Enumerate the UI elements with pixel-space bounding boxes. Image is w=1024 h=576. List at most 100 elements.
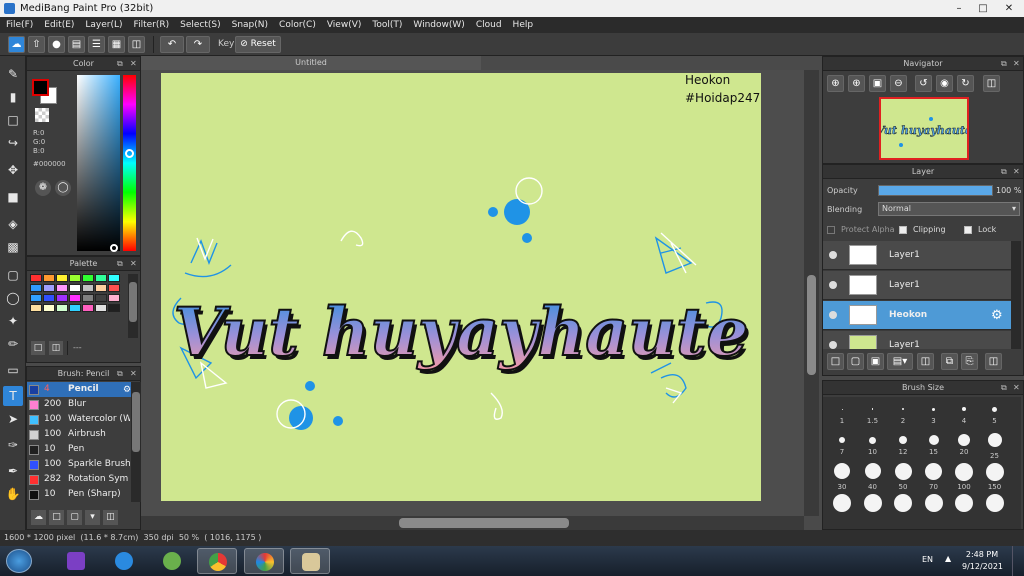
transparent-swatch[interactable] [35, 108, 49, 122]
brush-size-cell[interactable]: 150 [980, 461, 1010, 491]
menu-view[interactable]: View(V) [327, 20, 362, 30]
palette-swatch[interactable] [82, 274, 94, 282]
menu-layer[interactable]: Layer(L) [85, 20, 122, 30]
brush-scrollbar[interactable] [131, 382, 141, 502]
language-indicator[interactable]: EN [922, 555, 933, 564]
brush-item[interactable]: 200 Blur [27, 397, 131, 412]
new-color-layer-icon[interactable]: ▢ [847, 353, 864, 370]
hue-slider-handle[interactable] [125, 149, 134, 158]
select-lasso-icon[interactable]: ◯ [3, 288, 23, 308]
message-icon[interactable]: ▤ [68, 36, 85, 53]
navigator-preview[interactable]: Vut huyayhaute [876, 97, 972, 160]
palette-swatch[interactable] [82, 284, 94, 292]
palette-scroll-thumb[interactable] [129, 282, 137, 322]
palette-swatch[interactable] [30, 274, 42, 282]
lock-checkbox[interactable] [964, 226, 972, 234]
brush-dropdown-icon[interactable]: ▾ [85, 510, 100, 525]
grid-icon[interactable]: ▦ [108, 36, 125, 53]
palette-swatch[interactable] [82, 304, 94, 312]
zoom-out-icon[interactable]: ⊖ [890, 75, 907, 92]
rotate-right-icon[interactable]: ↻ [957, 75, 974, 92]
brush-item[interactable]: 10 Pen (Sharp) [27, 487, 131, 502]
palette-swatch[interactable] [43, 284, 55, 292]
canvas-horizontal-scrollbar[interactable] [141, 516, 804, 530]
brush-size-cell[interactable] [858, 492, 888, 521]
close-panel-icon[interactable]: ✕ [1013, 165, 1020, 179]
popout-icon[interactable]: ⧉ [117, 257, 123, 271]
palette-swatch[interactable] [108, 284, 120, 292]
close-panel-icon[interactable]: ✕ [130, 257, 137, 271]
palette-swatch[interactable] [43, 274, 55, 282]
brush-size-cell[interactable] [980, 492, 1010, 521]
taskbar-coccoc[interactable] [152, 548, 192, 574]
brush-size-cell[interactable]: 70 [919, 461, 949, 491]
clipping-checkbox[interactable] [899, 226, 907, 234]
brush-size-cell[interactable] [949, 492, 979, 521]
brush-item[interactable]: 100 Sparkle Brush [27, 457, 131, 472]
select-eraser-icon[interactable]: ▭ [3, 360, 23, 380]
brush-item[interactable]: 282 Rotation Sym [27, 472, 131, 487]
palette-swatch[interactable] [108, 294, 120, 302]
taskbar-ie[interactable] [104, 548, 144, 574]
drawing-canvas[interactable]: Vut huyayhaute Vut huyayhaute Heokon #Ho… [161, 73, 761, 501]
layer-row[interactable]: Layer1 [823, 331, 1021, 349]
document-icon[interactable]: ☰ [88, 36, 105, 53]
palette-swatch[interactable] [95, 274, 107, 282]
menu-select[interactable]: Select(S) [180, 20, 221, 30]
new-halftone-layer-icon[interactable]: ▣ [867, 353, 884, 370]
hue-slider[interactable] [123, 75, 136, 251]
undo-icon[interactable]: ↶ [160, 36, 184, 53]
brush-size-cell[interactable]: 100 [949, 461, 979, 491]
comment-icon[interactable]: ● [48, 36, 65, 53]
brush-size-cell[interactable]: 2 [888, 399, 918, 428]
horizontal-scroll-thumb[interactable] [399, 518, 569, 528]
palette-swatch[interactable] [56, 294, 68, 302]
hand-tool-icon[interactable]: ✋ [3, 484, 23, 504]
folder-icon[interactable]: ◫ [917, 353, 934, 370]
clock[interactable]: 2:48 PM 9/12/2021 [962, 549, 1003, 573]
palette-swatch[interactable] [69, 274, 81, 282]
brush-size-cell[interactable]: 3 [919, 399, 949, 428]
redo-icon[interactable]: ↷ [186, 36, 210, 53]
palette-swatch[interactable] [30, 304, 42, 312]
brush-size-cell[interactable]: 50 [888, 461, 918, 491]
brush-size-cell[interactable]: 1.5 [858, 399, 888, 428]
fill-rect-icon[interactable]: ■ [3, 187, 23, 207]
color-wheel-icon[interactable]: ❁ [35, 180, 51, 196]
brush-item[interactable]: 4 Pencil [27, 382, 131, 397]
palette-swatch[interactable] [69, 284, 81, 292]
rotate-left-icon[interactable]: ↺ [915, 75, 932, 92]
new-palette-icon[interactable]: □ [31, 341, 45, 355]
popout-icon[interactable]: ⧉ [1001, 57, 1007, 71]
brush-size-cell[interactable]: 5 [980, 399, 1010, 428]
brush-size-cell[interactable]: 15 [919, 430, 949, 459]
foreground-color-swatch[interactable] [32, 79, 49, 96]
show-desktop-button[interactable] [1012, 546, 1024, 576]
opacity-slider[interactable] [878, 185, 993, 196]
magic-wand-icon[interactable]: ✦ [3, 311, 23, 331]
panel-icon[interactable]: ◫ [128, 36, 145, 53]
brush-item[interactable]: 10 Pen [27, 442, 131, 457]
popout-icon[interactable]: ⧉ [1001, 165, 1007, 179]
new-layer-icon[interactable]: □ [827, 353, 844, 370]
brush-item[interactable]: 100 Watercolor (W [27, 412, 131, 427]
start-button[interactable] [6, 549, 32, 573]
brush-scroll-thumb[interactable] [132, 392, 140, 452]
add-brush-icon[interactable]: ▢ [67, 510, 82, 525]
palette-swatch[interactable] [43, 294, 55, 302]
brush-delete-icon[interactable]: ◫ [103, 510, 118, 525]
canvas-vertical-scrollbar[interactable] [804, 70, 819, 516]
brush-item[interactable]: 100 Airbrush [27, 427, 131, 442]
eyedropper-icon[interactable]: ✑ [3, 435, 23, 455]
palette-scrollbar[interactable] [128, 274, 138, 338]
menu-cloud[interactable]: Cloud [476, 20, 502, 30]
menu-color[interactable]: Color(C) [279, 20, 316, 30]
close-panel-icon[interactable]: ✕ [130, 367, 137, 381]
saturation-value-picker[interactable] [77, 75, 120, 251]
menu-snap[interactable]: Snap(N) [232, 20, 268, 30]
layer-row[interactable]: Layer1 [823, 241, 1021, 270]
menu-edit[interactable]: Edit(E) [44, 20, 74, 30]
delete-layer-icon[interactable]: ◫ [985, 353, 1002, 370]
menu-filter[interactable]: Filter(R) [134, 20, 170, 30]
brush-size-cell[interactable]: 4 [949, 399, 979, 428]
